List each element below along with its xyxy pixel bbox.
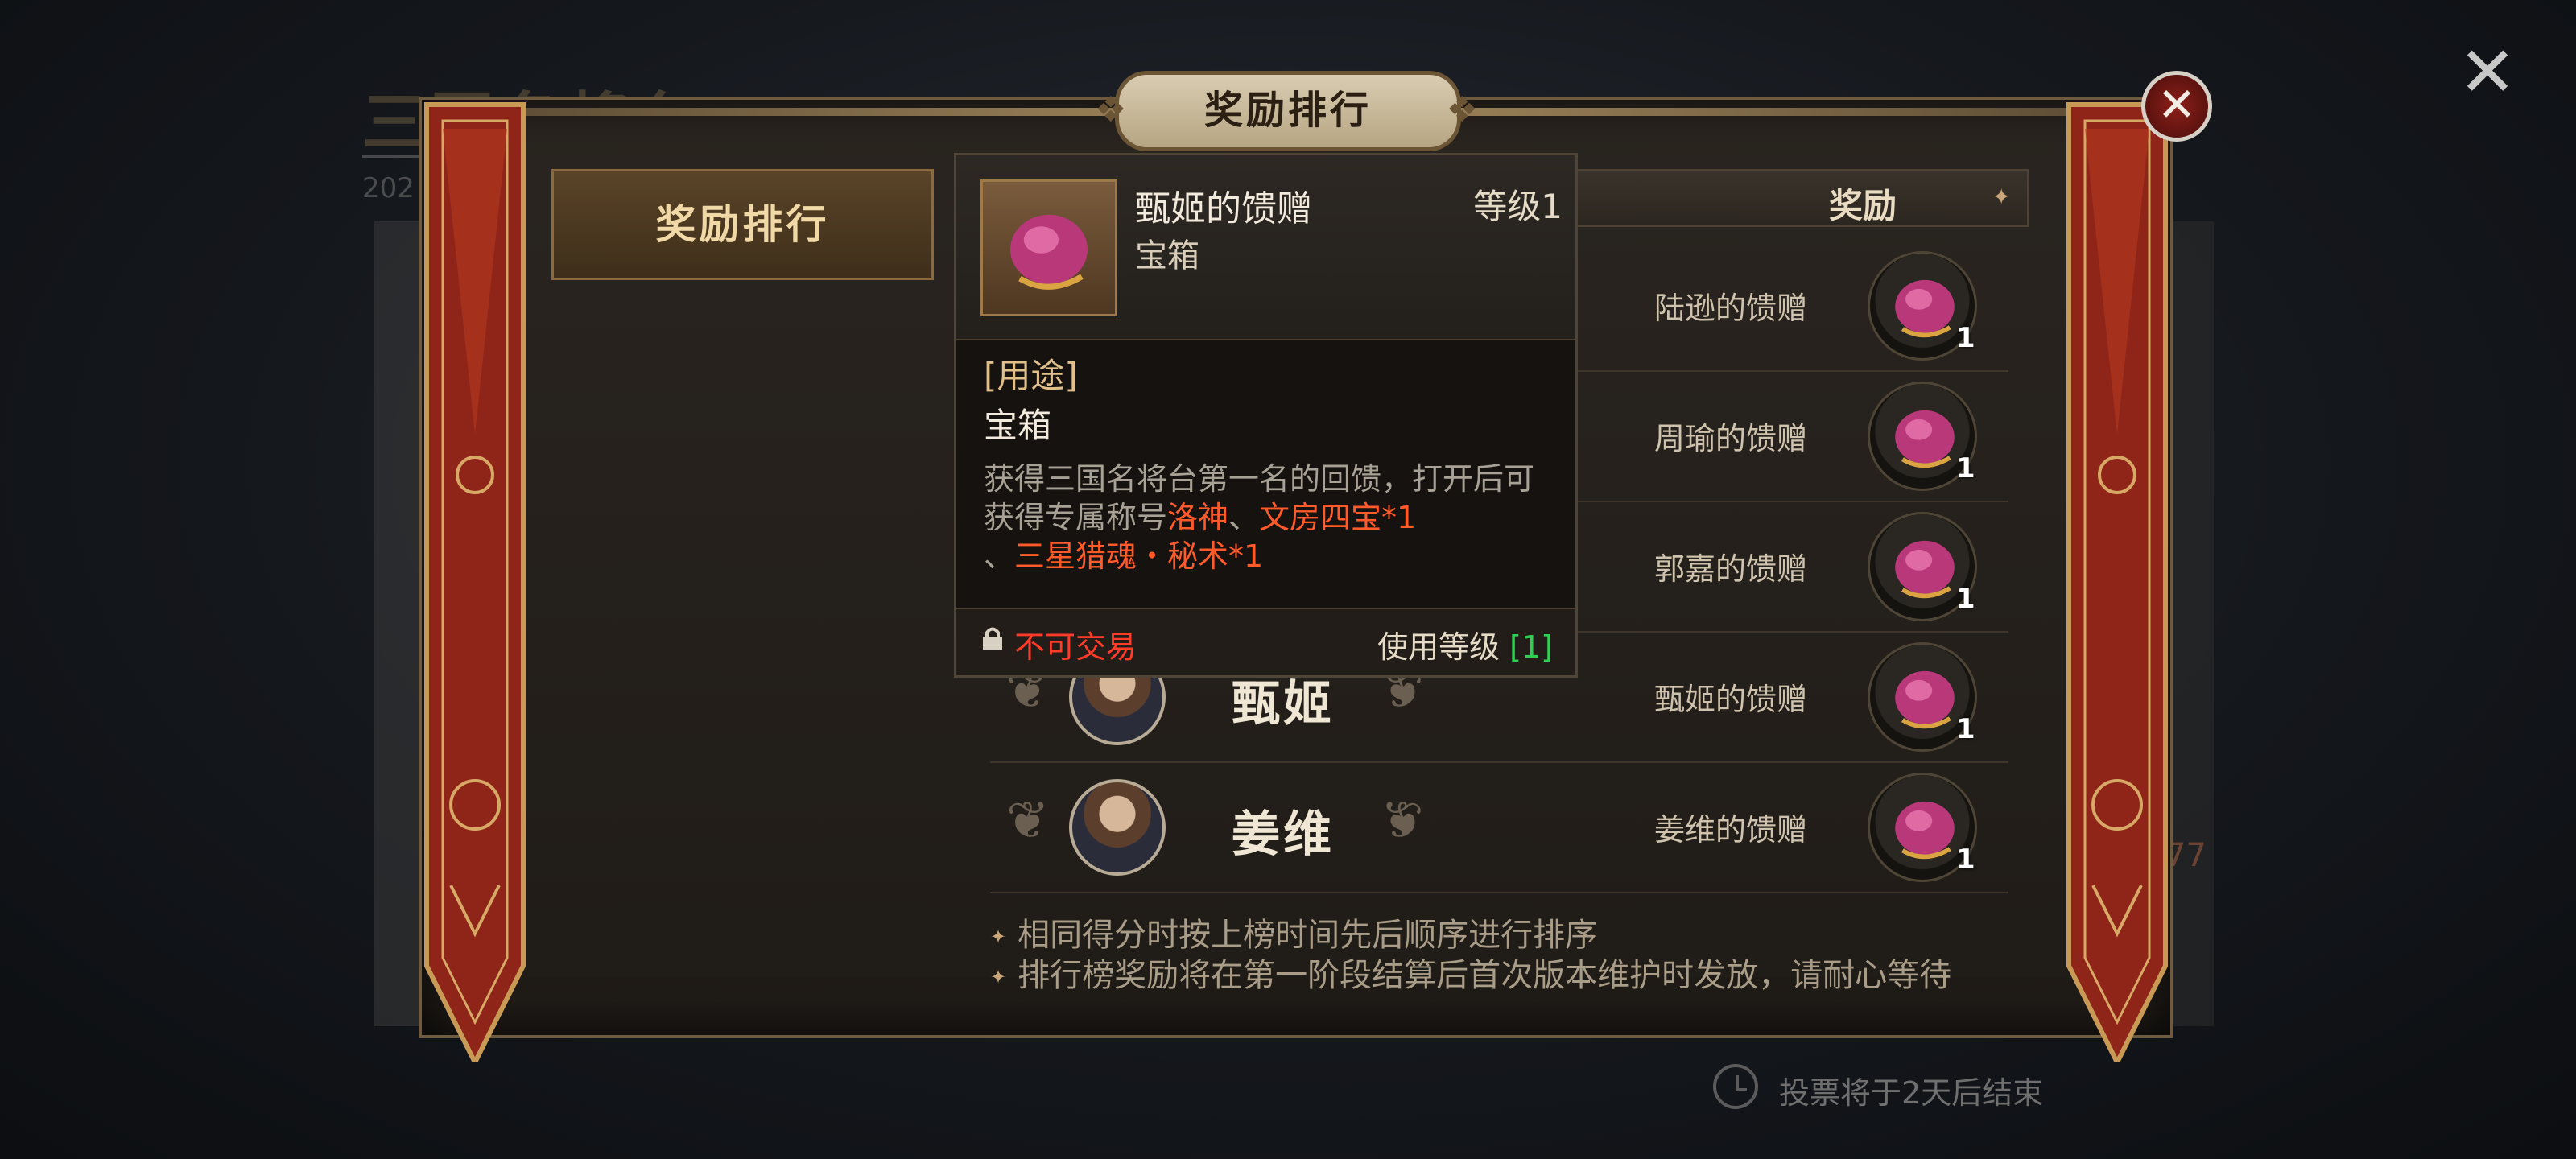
usage-value: 宝箱 [984,406,1052,445]
gift-count: 1 [1956,713,1975,745]
separator: 、 [1228,500,1260,535]
clock-icon [1713,1064,1758,1109]
background-date: 202 [362,172,415,204]
gift-name: 陆逊的馈赠 [1654,291,1808,326]
item-tooltip: 甄姬的馈赠 宝箱 等级1 [用途] 宝箱 获得三国名将台第一名的回馈，打开后可获… [954,153,1578,678]
outer-close-icon[interactable]: ✕ [2455,38,2520,107]
ranking-notes: ✦ 相同得分时按上榜时间先后顺序进行排序 ✦ 排行榜奖励将在第一阶段结算后首次版本维… [990,916,1951,996]
sort-arrow-icon[interactable]: ✦ [1992,184,2011,210]
bullet-icon: ✦ [990,966,1007,988]
left-banner [419,97,531,1068]
tooltip-header: 甄姬的馈赠 宝箱 等级1 [956,155,1575,340]
note-item: ✦ 相同得分时按上榜时间先后顺序进行排序 [990,916,1951,956]
item-name: 甄姬的馈赠 [1135,188,1312,229]
reward-column-header: 奖励 [1829,186,1897,225]
trade-status: 不可交易 [1014,629,1137,665]
background-panel-left [374,221,423,1026]
tab-reward-ranking[interactable]: 奖励排行 [551,169,934,280]
gift-bag-icon [980,179,1117,316]
gift-count: 1 [1956,843,1975,876]
tooltip-footer: 不可交易 使用等级 [1] [956,608,1575,675]
use-level-value: [1] [1509,629,1553,665]
hero-name: 姜维 [1232,806,1335,863]
usage-title: [用途] [984,356,1078,395]
bullet-icon: ✦ [990,926,1007,948]
note-text: 排行榜奖励将在第一阶段结算后首次版本维护时发放，请耐心等待 [1018,957,1952,994]
modal-title: 奖励排行 [1095,71,1481,151]
gift-name: 郭嘉的馈赠 [1654,551,1808,587]
gift-count: 1 [1956,322,1975,354]
close-icon: ✕ [2157,77,2197,132]
use-level: 使用等级 [1] [1377,622,1553,666]
use-level-label: 使用等级 [1377,629,1501,665]
gift-count: 1 [1956,583,1975,615]
close-button[interactable]: ✕ [2141,71,2212,142]
gift-name: 姜维的馈赠 [1654,812,1808,848]
laurel-icon: ❦ [1381,791,1424,851]
table-row[interactable]: ❦ 姜维 ❦ 姜维的馈赠 1 [990,763,2008,893]
highlight-title: 洛神 [1167,500,1229,535]
gift-count: 1 [1956,452,1975,485]
right-banner [2061,97,2174,1068]
note-text: 相同得分时按上榜时间先后顺序进行排序 [1018,917,1598,954]
item-description: 获得三国名将台第一名的回馈，打开后可获得专属称号洛神、文房四宝*1 、三星猎魂・秘… [984,460,1547,575]
gift-name: 周瑜的馈赠 [1654,421,1808,456]
note-item: ✦ 排行榜奖励将在第一阶段结算后首次版本维护时发放，请耐心等待 [990,956,1951,996]
separator: 、 [984,538,1015,574]
vote-notice: 投票将于2天后结束 [1779,1075,2044,1111]
gift-name: 甄姬的馈赠 [1654,682,1808,717]
avatar [1069,779,1166,876]
lock-icon [983,627,1002,650]
highlight-reward: 文房四宝*1 [1259,500,1417,535]
laurel-icon: ❦ [1006,791,1050,851]
item-level: 等级1 [1473,187,1563,226]
highlight-reward: 三星猎魂・秘术*1 [1014,538,1264,574]
item-type: 宝箱 [1135,237,1199,274]
